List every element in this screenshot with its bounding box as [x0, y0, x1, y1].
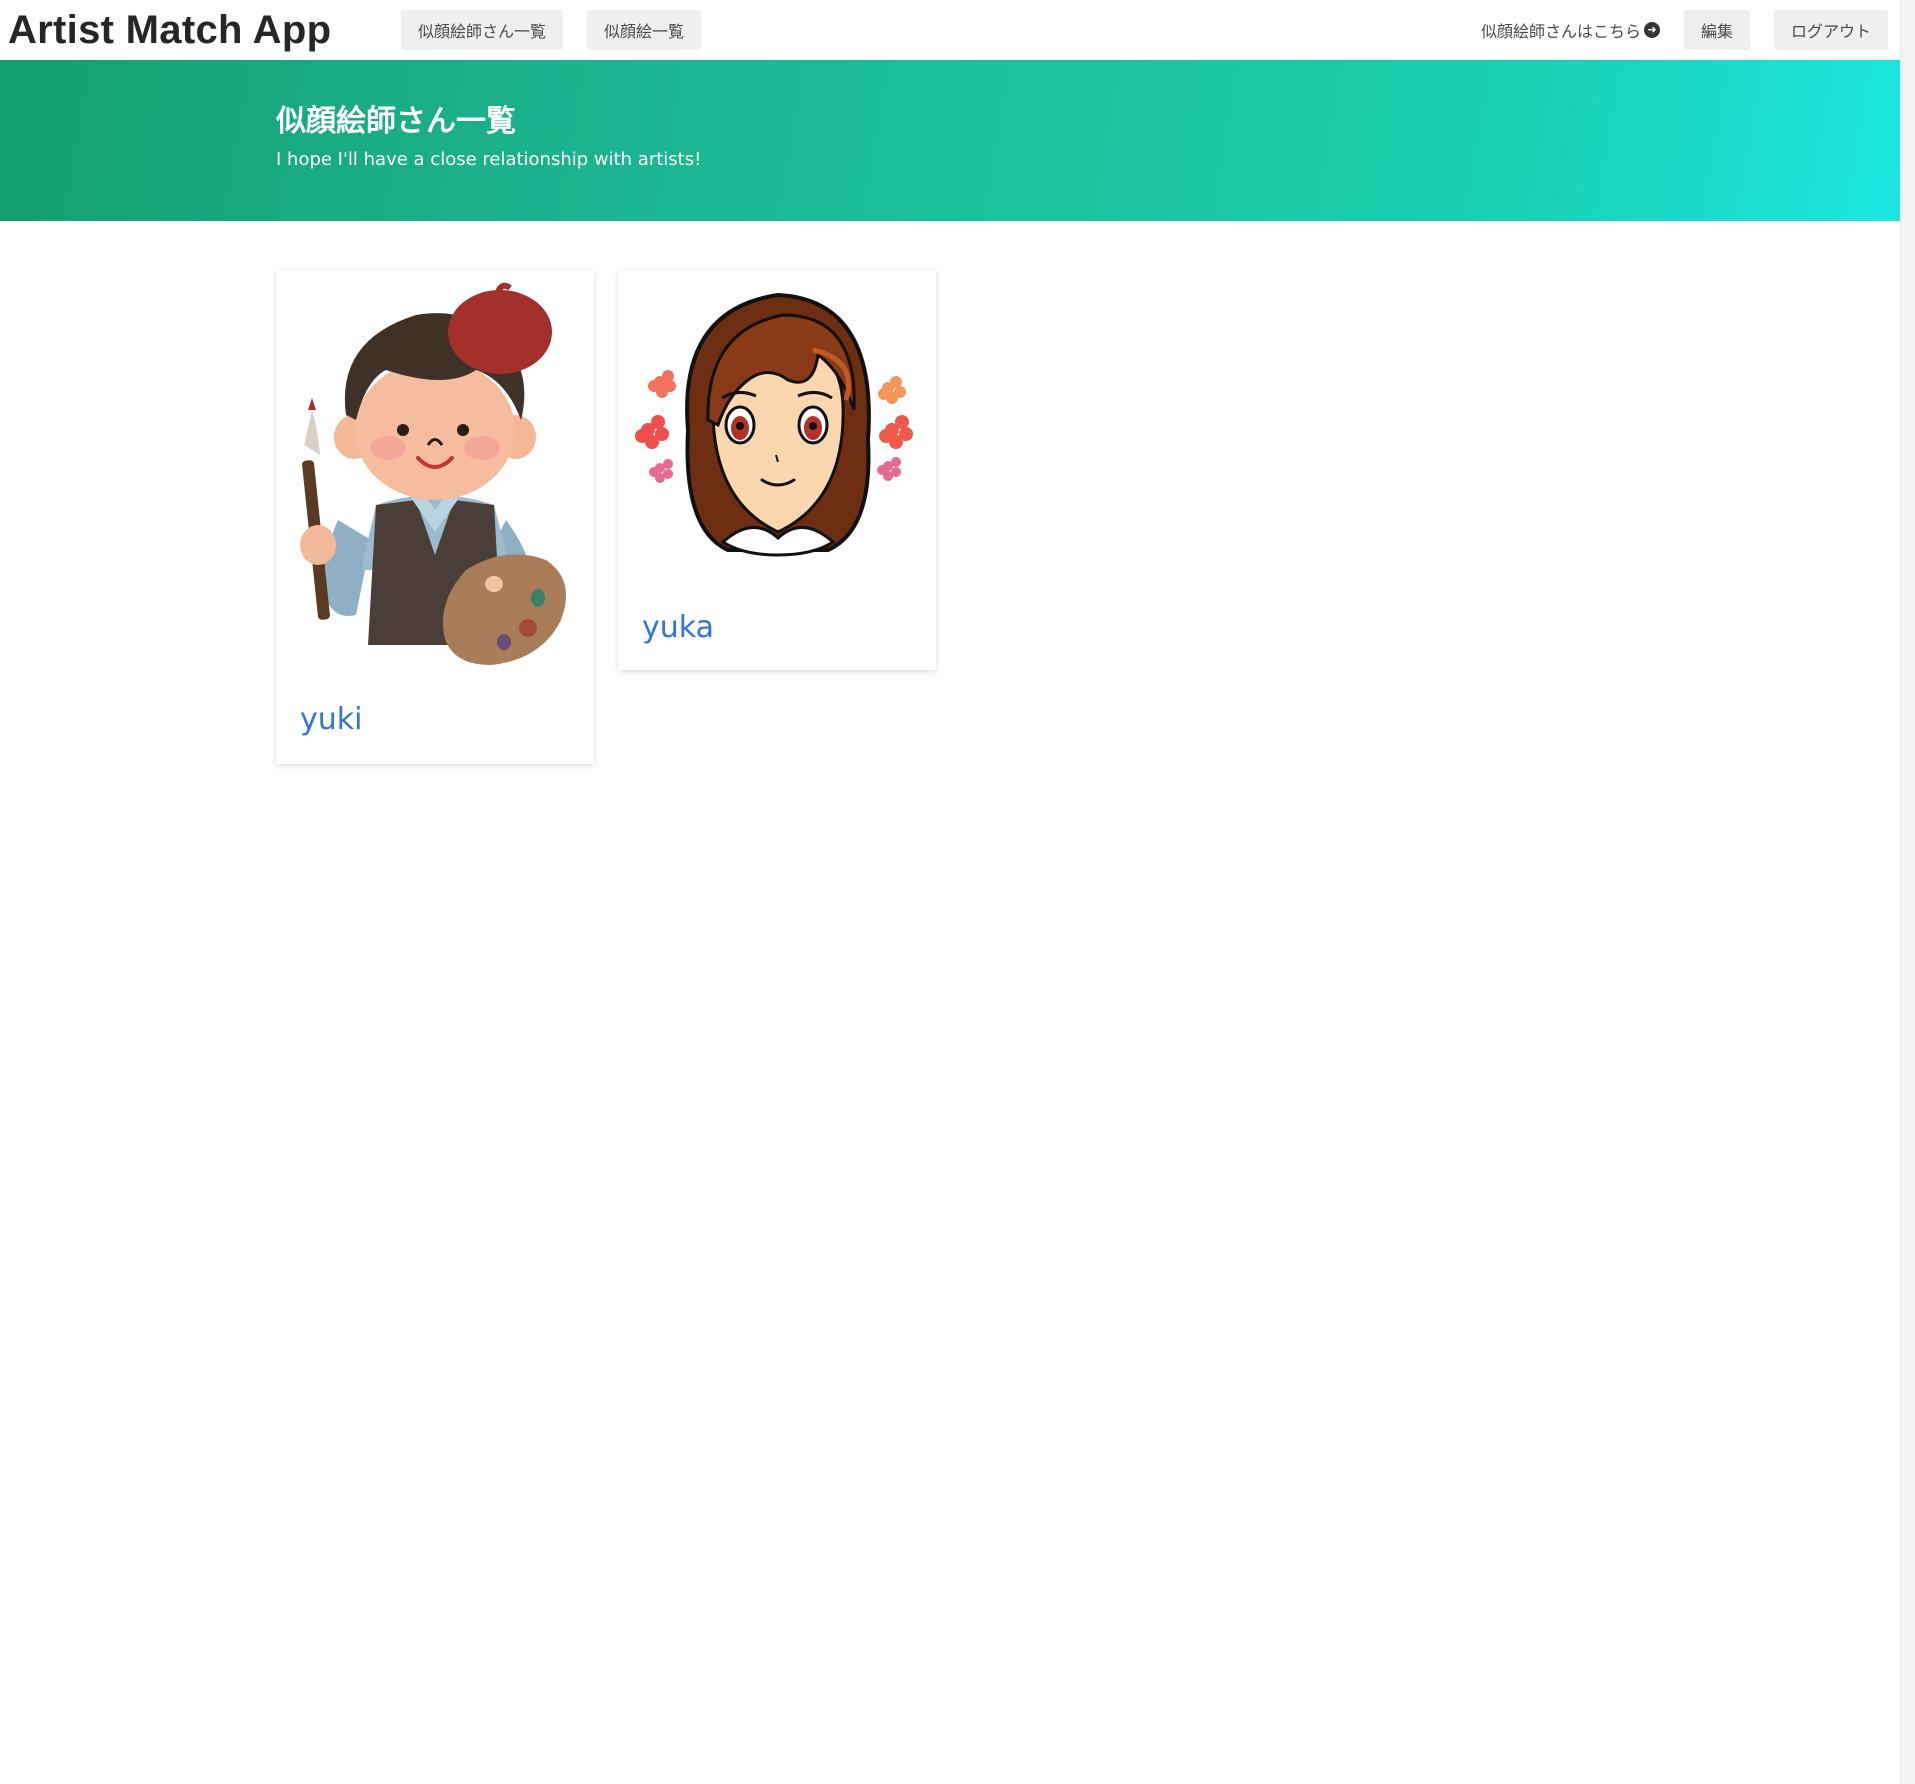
artist-avatar-yuka[interactable] — [618, 270, 936, 580]
nav-for-artists-label: 似顔絵師さんはこちら — [1480, 22, 1641, 41]
artist-name-link[interactable]: yuki — [300, 702, 362, 738]
brand-logo[interactable]: Artist Match App — [8, 6, 331, 54]
artist-avatar-yuki[interactable] — [276, 270, 594, 680]
page-title: 似顔絵師さん一覧 — [276, 104, 516, 139]
navbar: Artist Match App 似顔絵師さん一覧 似顔絵一覧 似顔絵師さんはこ… — [0, 0, 1900, 60]
page: Artist Match App 似顔絵師さん一覧 似顔絵一覧 似顔絵師さんはこ… — [0, 0, 1900, 1784]
artist-card[interactable]: yuka — [618, 270, 936, 670]
nav-logout-button[interactable]: ログアウト — [1774, 10, 1888, 50]
hero-banner: 似顔絵師さん一覧 I hope I'll have a close relati… — [0, 60, 1900, 221]
nav-edit-button[interactable]: 編集 — [1684, 10, 1750, 50]
nav-for-artists-link[interactable]: 似顔絵師さんはこちら ➜ — [1481, 10, 1660, 50]
arrow-circle-right-icon: ➜ — [1644, 22, 1660, 38]
page-subtitle: I hope I'll have a close relationship wi… — [276, 149, 702, 170]
vertical-scrollbar[interactable] — [1900, 0, 1915, 1784]
artist-name-link[interactable]: yuka — [642, 610, 714, 646]
nav-portraits-list-button[interactable]: 似顔絵一覧 — [587, 10, 701, 50]
nav-artists-list-button[interactable]: 似顔絵師さん一覧 — [401, 10, 563, 50]
artist-card[interactable]: yuki — [276, 270, 594, 764]
